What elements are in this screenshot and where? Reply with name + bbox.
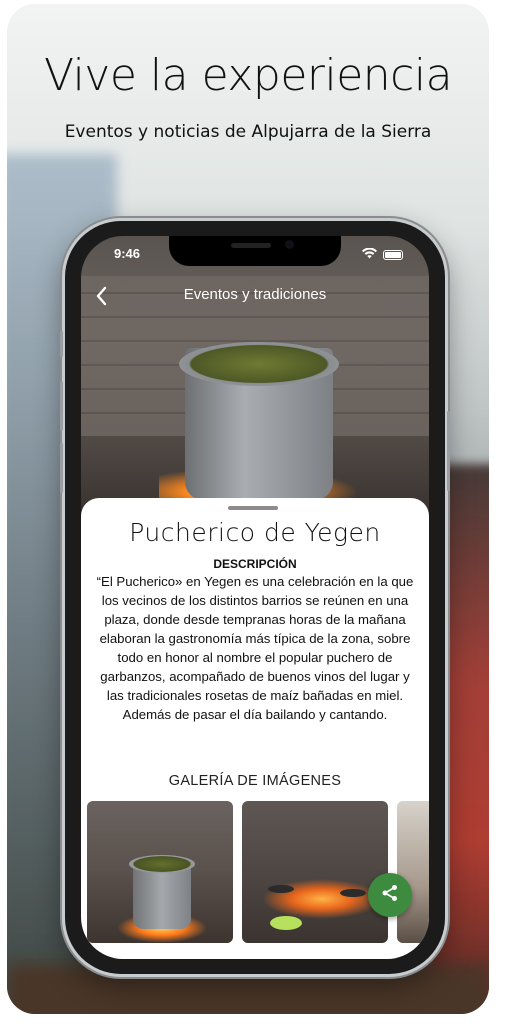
frying-pan: [340, 889, 366, 897]
description-label: DESCRIPCIÓN: [213, 557, 297, 571]
notch: [169, 236, 341, 266]
wifi-icon: [362, 246, 377, 264]
event-title: Pucherico de Yegen: [129, 518, 381, 547]
gallery-image-2[interactable]: [242, 801, 388, 943]
status-icons: [362, 246, 403, 264]
volume-down-button: [60, 443, 63, 493]
promo-headline: Vive la experiencia: [43, 50, 453, 101]
phone-screen: 9:46 Eventos y tradiciones Pucherico de …: [81, 236, 429, 959]
phone-frame: 9:46 Eventos y tradiciones Pucherico de …: [60, 221, 450, 974]
gallery-label: GALERÍA DE IMÁGENES: [168, 773, 342, 789]
gallery-image-1[interactable]: [87, 801, 233, 943]
status-time: 9:46: [114, 246, 141, 261]
frying-pan: [268, 885, 294, 893]
mute-switch: [60, 331, 63, 357]
battery-icon: [383, 250, 403, 260]
bowl: [270, 916, 302, 930]
gallery-image-3[interactable]: [397, 801, 429, 943]
promo-subheadline: Eventos y noticias de Alpujarra de la Si…: [64, 122, 432, 142]
pot-contents: [129, 855, 195, 873]
speaker-grille: [231, 243, 271, 248]
event-detail-sheet[interactable]: Pucherico de Yegen DESCRIPCIÓN “El Puche…: [81, 498, 429, 959]
front-camera: [285, 240, 294, 249]
power-button: [447, 411, 450, 491]
app-bar-title: Eventos y tradiciones: [183, 286, 327, 303]
share-button[interactable]: [368, 873, 412, 917]
share-icon: [381, 884, 399, 907]
hero-image: [81, 236, 429, 508]
app-bar: Eventos y tradiciones: [81, 281, 429, 311]
volume-up-button: [60, 381, 63, 431]
drag-handle[interactable]: [228, 506, 278, 510]
promo-card: Vive la experiencia Eventos y noticias d…: [7, 4, 489, 1014]
pot-contents: [179, 342, 339, 386]
event-description: “El Pucherico» en Yegen es una celebraci…: [96, 574, 414, 722]
